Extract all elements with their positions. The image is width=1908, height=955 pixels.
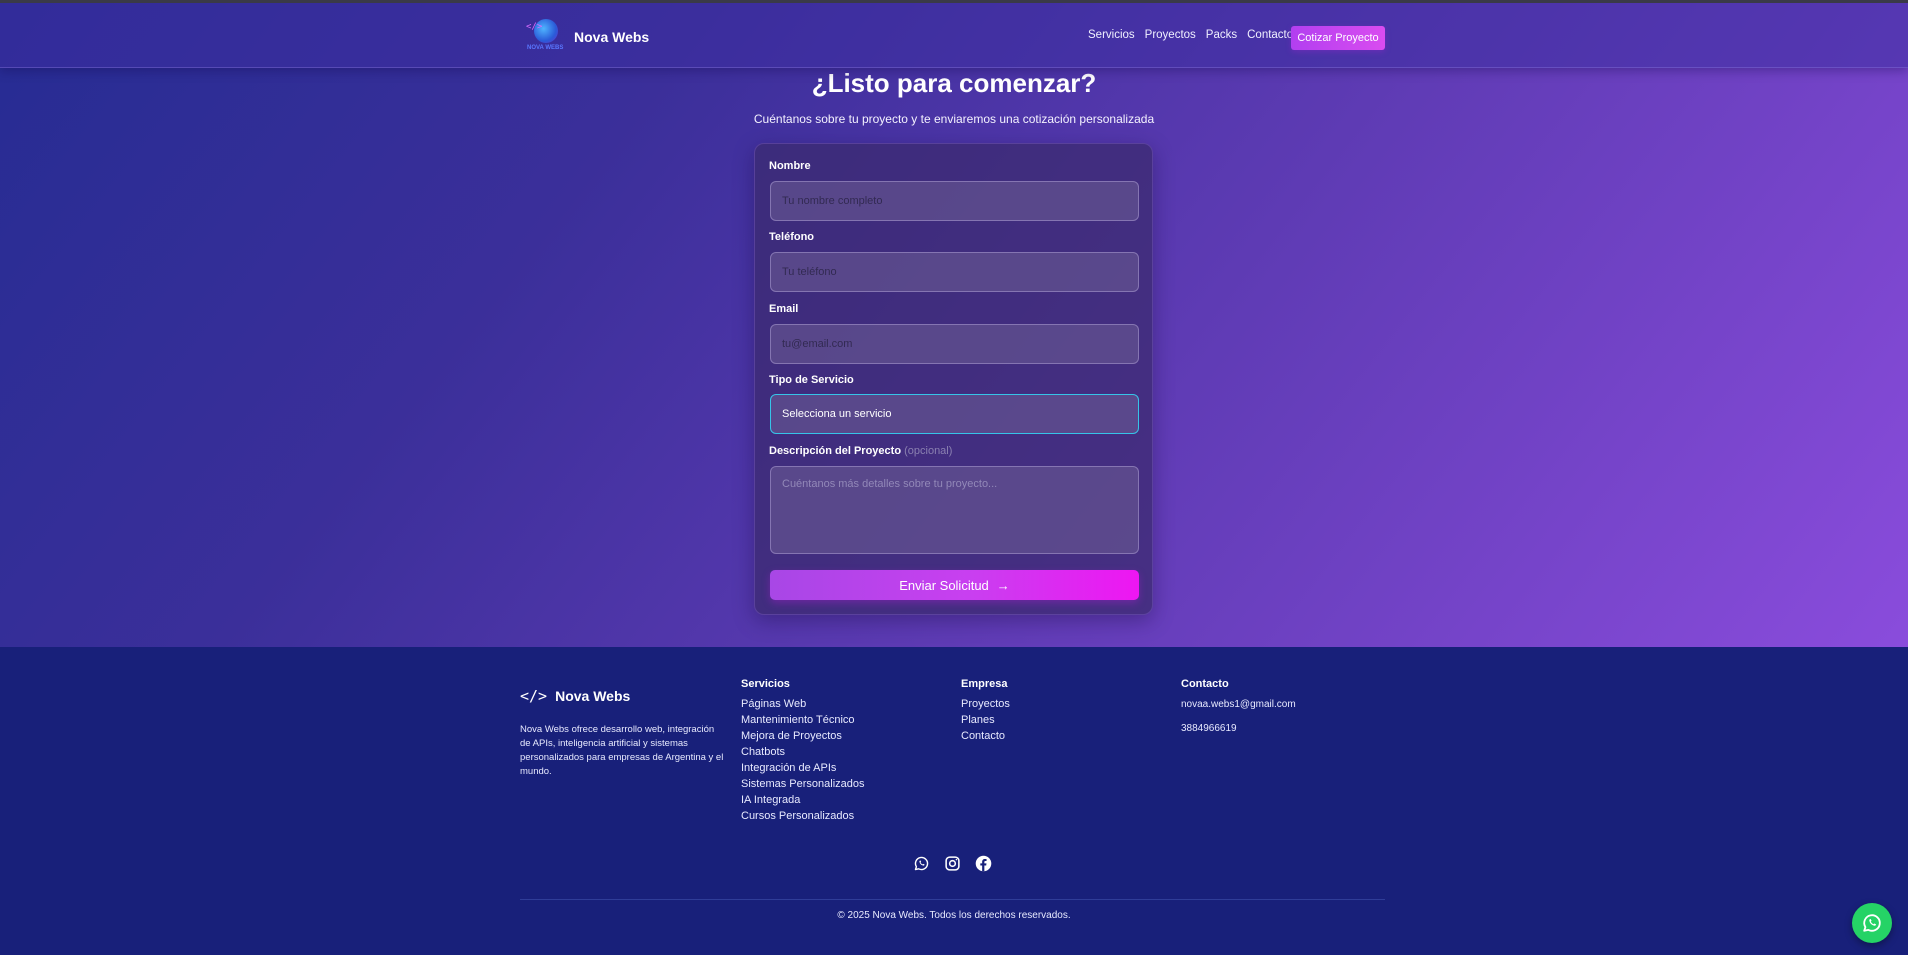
footer-link-ia-integrada[interactable]: IA Integrada: [741, 792, 865, 808]
description-textarea[interactable]: [770, 466, 1139, 554]
quote-form: Nombre Teléfono Email Tipo de Servicio S…: [754, 143, 1153, 615]
page-title: ¿Listo para comenzar?: [811, 68, 1097, 98]
email-field[interactable]: [770, 324, 1139, 364]
brand-name: Nova Webs: [574, 29, 650, 45]
brand-logo: </> NOVA WEBS: [526, 19, 564, 55]
service-type-select[interactable]: Selecciona un servicio: [770, 394, 1139, 434]
service-type-label: Tipo de Servicio: [769, 374, 854, 386]
submit-request-button[interactable]: Enviar Solicitud →: [770, 570, 1139, 600]
footer-description: Nova Webs ofrece desarrollo web, integra…: [520, 724, 724, 777]
description-label: Descripción del Proyecto (opcional): [769, 445, 952, 457]
footer-contact-column: Contacto novaa.webs1@gmail.com 388496661…: [1181, 678, 1296, 734]
footer-link-mantenimiento[interactable]: Mantenimiento Técnico: [741, 712, 865, 728]
navbar: </> NOVA WEBS Nova Webs Servicios Proyec…: [0, 3, 1908, 68]
phone-field[interactable]: [770, 252, 1139, 292]
footer-brand: </> Nova Webs: [520, 687, 630, 705]
main-nav: Servicios Proyectos Packs Contacto: [1088, 29, 1293, 41]
phone-label: Teléfono: [769, 231, 815, 243]
brand-link[interactable]: </> NOVA WEBS Nova Webs: [526, 19, 649, 55]
copyright: © 2025 Nova Webs. Todos los derechos res…: [837, 910, 1071, 921]
footer-divider: [520, 899, 1385, 900]
page-subtitle: Cuéntanos sobre tu proyecto y te enviare…: [753, 112, 1155, 126]
footer-link-contacto[interactable]: Contacto: [961, 728, 1010, 744]
logo-wordmark: NOVA WEBS: [527, 45, 564, 51]
footer-company-column: Empresa Proyectos Planes Contacto: [961, 678, 1010, 744]
nav-link-packs[interactable]: Packs: [1206, 29, 1237, 41]
nav-link-servicios[interactable]: Servicios: [1088, 29, 1135, 41]
footer-contact-heading: Contacto: [1181, 678, 1229, 690]
whatsapp-float-button[interactable]: [1852, 903, 1892, 943]
footer-link-sistemas[interactable]: Sistemas Personalizados: [741, 776, 865, 792]
quote-project-button[interactable]: Cotizar Proyecto: [1291, 26, 1385, 50]
description-label-text: Descripción del Proyecto: [769, 445, 902, 457]
code-icon: </>: [520, 687, 548, 705]
window-top-border: [0, 0, 1908, 3]
name-label: Nombre: [769, 160, 811, 172]
email-label: Email: [769, 303, 799, 315]
footer-services-heading: Servicios: [741, 678, 790, 690]
footer-link-mejora-proyectos[interactable]: Mejora de Proyectos: [741, 728, 865, 744]
submit-label: Enviar Solicitud: [899, 577, 989, 593]
footer-link-cursos[interactable]: Cursos Personalizados: [741, 808, 865, 824]
nav-link-proyectos[interactable]: Proyectos: [1145, 29, 1196, 41]
service-type-selected-value: Selecciona un servicio: [782, 408, 892, 420]
nav-link-contacto[interactable]: Contacto: [1247, 29, 1293, 41]
contact-phone[interactable]: 3884966619: [1181, 723, 1296, 734]
facebook-icon[interactable]: [974, 854, 992, 872]
footer-services-column: Servicios Páginas Web Mantenimiento Técn…: [741, 678, 865, 824]
footer-company-heading: Empresa: [961, 678, 1008, 690]
footer: </> Nova Webs Nova Webs ofrece desarroll…: [0, 647, 1908, 955]
whatsapp-icon[interactable]: [912, 854, 930, 872]
footer-link-paginas-web[interactable]: Páginas Web: [741, 696, 865, 712]
footer-link-integracion-apis[interactable]: Integración de APIs: [741, 760, 865, 776]
footer-link-proyectos[interactable]: Proyectos: [961, 696, 1010, 712]
name-field[interactable]: [770, 181, 1139, 221]
footer-link-planes[interactable]: Planes: [961, 712, 1010, 728]
footer-link-chatbots[interactable]: Chatbots: [741, 744, 865, 760]
footer-brand-name: Nova Webs: [555, 688, 631, 704]
optional-hint: (opcional): [904, 445, 953, 457]
quote-section: </> NOVA WEBS Nova Webs Servicios Proyec…: [0, 0, 1908, 647]
whatsapp-icon: [1863, 914, 1881, 932]
social-links: [912, 854, 992, 872]
instagram-icon[interactable]: [943, 854, 961, 872]
arrow-right-icon: →: [996, 577, 1010, 593]
contact-email[interactable]: novaa.webs1@gmail.com: [1181, 699, 1296, 710]
code-icon: </>: [526, 22, 543, 32]
